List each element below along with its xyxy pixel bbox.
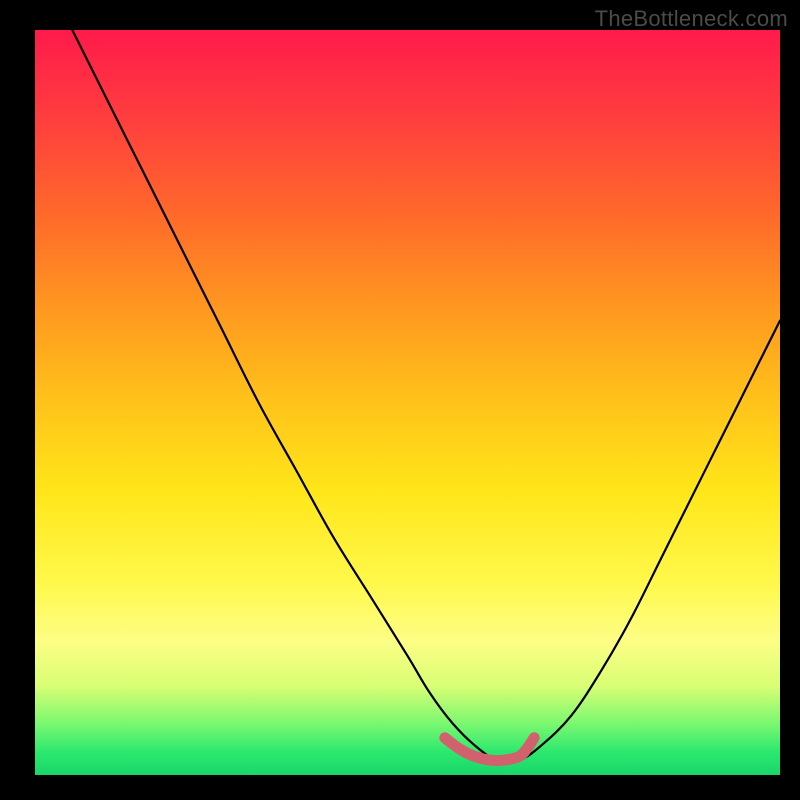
- watermark-text: TheBottleneck.com: [595, 6, 788, 32]
- chart-canvas: TheBottleneck.com: [0, 0, 800, 800]
- curve-layer: [35, 30, 780, 775]
- bottleneck-curve-path: [72, 30, 780, 762]
- optimal-marker-path: [445, 738, 534, 761]
